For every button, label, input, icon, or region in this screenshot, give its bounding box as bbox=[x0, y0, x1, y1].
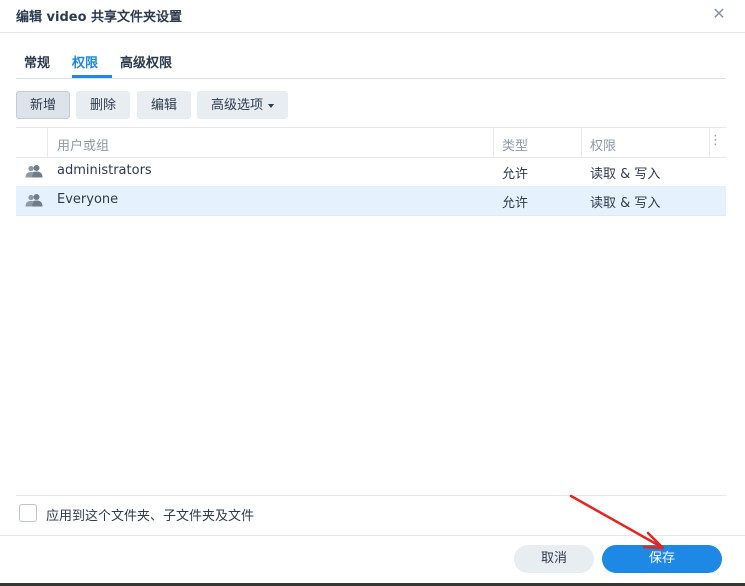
apply-to-subfolders-label[interactable]: 应用到这个文件夹、子文件夹及文件 bbox=[46, 505, 254, 524]
user-group-icon bbox=[25, 194, 43, 207]
table-row[interactable]: Everyone 允许 读取 & 写入 bbox=[16, 186, 726, 216]
grid-header: 用户或组 类型 权限 ⋮ bbox=[16, 128, 726, 158]
close-icon[interactable]: ✕ bbox=[709, 4, 729, 24]
row-permission: 读取 & 写入 bbox=[590, 196, 661, 211]
row-user-name: administrators bbox=[57, 163, 152, 178]
column-separator bbox=[581, 128, 582, 157]
row-user-name: Everyone bbox=[57, 192, 119, 207]
table-row[interactable]: administrators 允许 读取 & 写入 bbox=[16, 157, 726, 187]
tab-general[interactable]: 常规 bbox=[24, 52, 50, 71]
tab-advanced-permissions[interactable]: 高级权限 bbox=[120, 52, 172, 71]
delete-button[interactable]: 删除 bbox=[76, 91, 131, 119]
add-button[interactable]: 新增 bbox=[16, 91, 71, 119]
edit-button[interactable]: 编辑 bbox=[137, 91, 192, 119]
column-header-permission[interactable]: 权限 bbox=[590, 135, 616, 154]
apply-option-area: 应用到这个文件夹、子文件夹及文件 bbox=[16, 495, 726, 536]
tab-permissions[interactable]: 权限 bbox=[72, 52, 98, 71]
row-permission: 读取 & 写入 bbox=[590, 167, 661, 182]
row-type: 允许 bbox=[502, 196, 529, 211]
column-header-user-or-group[interactable]: 用户或组 bbox=[57, 135, 109, 154]
advanced-options-label: 高级选项 bbox=[211, 98, 264, 113]
shared-folder-settings-dialog: 编辑 video 共享文件夹设置 ✕ 常规 权限 高级权限 新增 删除 编辑 高… bbox=[0, 0, 745, 586]
active-tab-indicator bbox=[72, 75, 112, 78]
caret-down-icon bbox=[268, 103, 275, 108]
save-button[interactable]: 保存 bbox=[602, 545, 722, 573]
title-bar: 编辑 video 共享文件夹设置 ✕ bbox=[0, 0, 745, 33]
apply-to-subfolders-checkbox[interactable] bbox=[19, 504, 37, 522]
column-separator bbox=[493, 128, 494, 157]
column-header-type[interactable]: 类型 bbox=[502, 135, 528, 154]
dialog-title: 编辑 video 共享文件夹设置 bbox=[16, 10, 183, 25]
permissions-grid: 用户或组 类型 权限 ⋮ administrators 允许 读取 & 写入 E… bbox=[16, 127, 726, 496]
dialog-footer: 取消 保存 bbox=[0, 535, 745, 584]
column-separator bbox=[47, 128, 48, 157]
row-type: 允许 bbox=[502, 167, 529, 182]
user-group-icon bbox=[25, 165, 43, 178]
advanced-options-button[interactable]: 高级选项 bbox=[197, 91, 289, 119]
column-menu-icon[interactable]: ⋮ bbox=[709, 133, 722, 148]
tab-bar: 常规 权限 高级权限 bbox=[16, 42, 726, 79]
cancel-button[interactable]: 取消 bbox=[514, 545, 594, 573]
